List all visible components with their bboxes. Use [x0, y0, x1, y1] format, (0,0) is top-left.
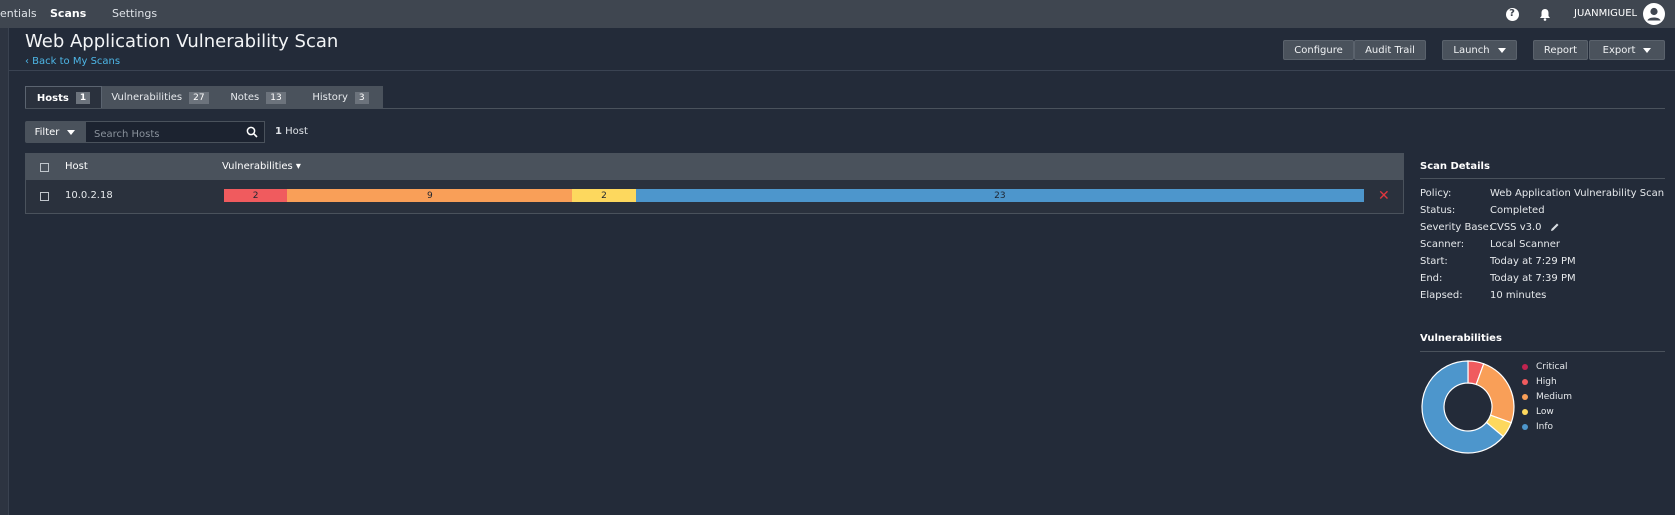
legend-item-critical: Critical [1522, 362, 1568, 372]
row-checkbox[interactable] [40, 192, 49, 201]
legend-label: High [1536, 377, 1557, 387]
legend-label: Info [1536, 422, 1554, 432]
bar-segment-info[interactable]: 23 [635, 189, 1364, 202]
tab-vulnerabilities[interactable]: Vulnerabilities 27 [102, 86, 218, 109]
left-sidebar-strip [0, 28, 9, 515]
host-count: 1 Host [275, 126, 308, 137]
vulnerabilities-divider [1420, 351, 1665, 352]
host-count-number: 1 [275, 126, 282, 137]
vulnerabilities-donut-chart[interactable] [1418, 357, 1518, 457]
column-header-host[interactable]: Host [65, 161, 88, 172]
legend-item-high: High [1522, 377, 1557, 387]
legend-label: Critical [1536, 362, 1568, 372]
nav-item-scans[interactable]: Scans [50, 7, 86, 20]
detail-key: End: [1420, 273, 1443, 284]
launch-button[interactable]: Launch [1442, 40, 1517, 60]
detail-value: CVSS v3.0 [1490, 222, 1542, 233]
tabs-underline [25, 108, 1665, 109]
tab-count-badge: 3 [354, 91, 369, 104]
detail-value: 10 minutes [1490, 290, 1547, 301]
tab-label: Notes [230, 92, 260, 103]
select-all-checkbox[interactable] [40, 163, 49, 172]
scan-details-divider [1420, 178, 1665, 179]
legend-item-low: Low [1522, 407, 1554, 417]
search-icon[interactable] [246, 126, 258, 138]
user-icon [1647, 7, 1661, 21]
tab-notes[interactable]: Notes 13 [218, 86, 298, 109]
filter-label: Filter [34, 126, 60, 138]
host-count-label: Host [285, 126, 308, 137]
chevron-down-icon [67, 129, 76, 135]
bell-icon[interactable] [1536, 5, 1554, 23]
tab-label: History [312, 92, 348, 103]
legend-item-info: Info [1522, 422, 1554, 432]
chevron-down-icon [1643, 47, 1652, 53]
legend-label: Medium [1536, 392, 1572, 402]
back-link[interactable]: ‹ Back to My Scans [25, 56, 120, 67]
nav-item-credentials[interactable]: entials [0, 7, 37, 20]
top-nav: entials Scans Settings ? JUANMIGUEL [0, 0, 1675, 28]
detail-key: Start: [1420, 256, 1448, 267]
detail-value: Web Application Vulnerability Scan [1490, 188, 1665, 199]
bar-segment-high[interactable]: 2 [224, 189, 288, 202]
page-title: Web Application Vulnerability Scan [25, 31, 339, 52]
chevron-down-icon [1497, 47, 1506, 53]
export-label: Export [1602, 44, 1636, 56]
user-name[interactable]: JUANMIGUEL [1574, 8, 1637, 19]
bar-segment-medium[interactable]: 9 [287, 189, 573, 202]
legend-dot [1522, 424, 1528, 430]
detail-value: Today at 7:29 PM [1490, 256, 1576, 267]
donut-slice-medium[interactable] [1475, 363, 1515, 424]
detail-value: Today at 7:39 PM [1490, 273, 1576, 284]
detail-key: Policy: [1420, 188, 1452, 199]
host-ip[interactable]: 10.0.2.18 [65, 190, 113, 201]
edit-pencil-icon[interactable] [1550, 222, 1560, 232]
tab-count-badge: 27 [189, 91, 209, 104]
tab-history[interactable]: History 3 [298, 86, 383, 109]
export-button[interactable]: Export [1589, 40, 1665, 60]
legend-dot [1522, 409, 1528, 415]
report-button[interactable]: Report [1533, 40, 1588, 60]
bar-segment-low[interactable]: 2 [572, 189, 636, 202]
filter-button[interactable]: Filter [25, 121, 85, 143]
tab-count-badge: 13 [266, 91, 286, 104]
vulnerability-bar[interactable]: 2 9 2 23 [224, 189, 1364, 202]
table-row[interactable]: 10.0.2.18 2 9 2 23 ✕ [26, 180, 1403, 213]
hosts-table: Host Vulnerabilities ▾ 10.0.2.18 2 9 2 23 ✕ [25, 153, 1404, 214]
legend-dot [1522, 394, 1528, 400]
legend-item-medium: Medium [1522, 392, 1572, 402]
legend-dot [1522, 379, 1528, 385]
detail-key: Elapsed: [1420, 290, 1463, 301]
detail-key: Status: [1420, 205, 1456, 216]
legend-label: Low [1536, 407, 1554, 417]
tab-label: Vulnerabilities [111, 92, 183, 103]
tab-count-badge: 1 [75, 92, 91, 104]
detail-value: Completed [1490, 205, 1545, 216]
audit-trail-button[interactable]: Audit Trail [1354, 40, 1426, 60]
tab-hosts[interactable]: Hosts 1 [25, 86, 102, 109]
launch-label: Launch [1453, 44, 1490, 56]
detail-key: Scanner: [1420, 239, 1465, 250]
header-divider [9, 70, 1675, 71]
column-header-vulnerabilities[interactable]: Vulnerabilities ▾ [222, 161, 301, 172]
search-input[interactable] [86, 124, 236, 145]
detail-value: Local Scanner [1490, 239, 1561, 250]
nav-item-settings[interactable]: Settings [112, 7, 157, 20]
table-header: Host Vulnerabilities ▾ [26, 154, 1403, 180]
configure-button[interactable]: Configure [1283, 40, 1354, 60]
remove-host-icon[interactable]: ✕ [1378, 188, 1390, 204]
vulnerabilities-chart-title: Vulnerabilities [1420, 333, 1502, 344]
search-box [85, 121, 265, 145]
help-icon[interactable]: ? [1503, 5, 1521, 23]
avatar[interactable] [1643, 3, 1665, 25]
legend-dot [1522, 364, 1528, 370]
tab-label: Hosts [36, 92, 69, 104]
detail-key: Severity Base: [1420, 222, 1493, 233]
scan-details-title: Scan Details [1420, 161, 1490, 172]
